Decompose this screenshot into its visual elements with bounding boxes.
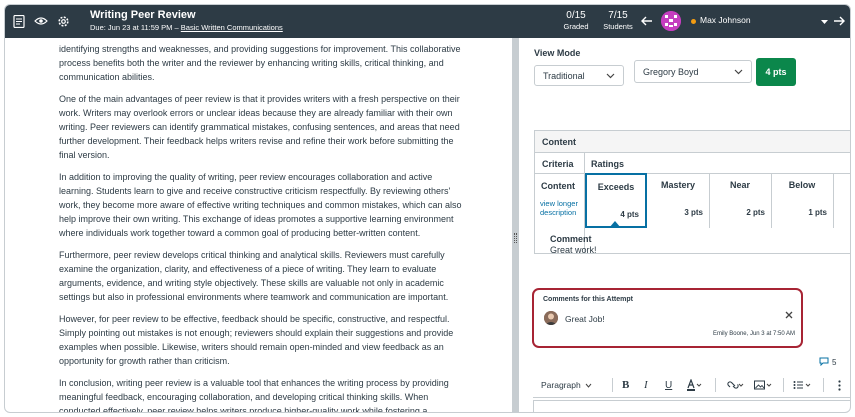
student-avatar[interactable] [661,11,681,31]
text-color-icon[interactable] [686,378,702,392]
rating-name: Below [788,180,816,190]
students-count: 7/15 [608,10,628,21]
comment-count[interactable]: 5 [819,357,836,368]
rating-name: Mastery [660,180,696,190]
editor-toolbar: Paragraph B I U [533,372,850,398]
comment-text: Great Job! [565,314,605,324]
arrow-right-icon[interactable] [831,13,847,29]
gear-icon[interactable] [55,13,71,29]
doc-paragraph: One of the main advantages of peer revie… [59,94,460,160]
rating-exceeds[interactable]: Exceeds 4 pts [585,173,647,228]
comment-count-value: 5 [832,358,837,367]
chevron-down-icon [585,383,592,388]
format-label: Paragraph [541,380,581,390]
score-button[interactable]: 4 pts [756,58,796,86]
link-icon[interactable] [726,378,744,392]
attempt-comments-title: Comments for this Attempt [543,296,633,303]
top-bar: Writing Peer Review Due: Jun 23 at 11:59… [5,5,850,38]
comment-meta: Emily Boone, Jun 3 at 7:50 AM [712,331,795,337]
doc-paragraph: In conclusion, writing peer review is a … [59,378,449,413]
more-options-icon[interactable] [838,378,841,392]
document-icon[interactable] [11,13,27,29]
grader-select[interactable]: Gregory Boyd [634,60,752,83]
toolbar-divider [715,378,716,392]
ratings-header: Ratings [591,159,625,169]
chevron-down-icon [606,71,615,82]
view-description-link[interactable]: view longer description [540,199,584,217]
due-date: Due: Jun 23 at 11:59 PM [90,23,173,32]
submission-document: identifying strengths and weaknesses, an… [5,38,512,413]
graded-count: 0/15 [566,10,586,21]
graded-label: Graded [563,22,589,31]
toolbar-divider [823,378,824,392]
chevron-down-icon [734,67,743,78]
rating-below[interactable]: Below 1 pts [771,173,833,228]
students-stat: 7/15 Students [601,10,635,31]
rating-points: 3 pts [684,208,703,217]
assignment-due: Due: Jun 23 at 11:59 PM – Basic Written … [90,23,283,32]
doc-paragraph: In addition to improving the quality of … [59,172,462,238]
rating-name: Near [729,180,750,190]
italic-icon[interactable]: I [644,378,648,392]
rubric-table: Content Criteria Ratings Content view lo… [534,130,850,254]
graded-stat: 0/15 Graded [561,10,591,31]
doc-paragraph: identifying strengths and weaknesses, an… [59,44,461,82]
bullet-list-icon[interactable] [793,378,811,392]
speech-bubble-icon [819,357,829,368]
grading-panel: View Mode Traditional Gregory Boyd 4 pts… [519,38,850,412]
students-label: Students [603,22,633,31]
arrow-left-icon[interactable] [638,13,654,29]
status-dot [691,19,696,24]
view-mode-label: View Mode [534,48,581,58]
rating-points: 4 pts [620,210,639,219]
view-mode-select[interactable]: Traditional [534,65,624,86]
separator: – [174,23,179,32]
rubric-comment-value: Great work! [550,245,597,254]
image-icon[interactable] [754,378,772,392]
criterion-name: Content [541,181,575,191]
rating-near[interactable]: Near 2 pts [709,173,771,228]
student-name[interactable]: Max Johnson [700,15,751,25]
underline-icon[interactable]: U [665,378,672,392]
close-icon[interactable] [785,311,793,322]
comment-editor: Paragraph B I U [533,372,850,412]
rubric-title: Content [535,131,850,153]
drag-grip-icon [514,233,517,243]
commenter-avatar [544,311,558,325]
attempt-comments-box: Comments for this Attempt Great Job! Emi… [532,288,803,348]
comment-input-area[interactable] [533,400,850,412]
rating-mastery[interactable]: Mastery 3 pts [647,173,709,228]
bold-icon[interactable]: B [622,378,629,392]
assignment-title: Writing Peer Review [90,9,196,21]
rubric-comment-label: Comment [550,234,592,244]
toolbar-divider [612,378,613,392]
rating-points: 2 pts [746,208,765,217]
eye-icon[interactable] [33,13,49,29]
panel-resize-handle[interactable] [512,38,519,412]
rating-divider [833,173,834,228]
rating-name: Exceeds [597,182,635,192]
selected-indicator [609,221,621,228]
paragraph-format-select[interactable]: Paragraph [541,378,592,392]
toolbar-divider [783,378,784,392]
view-mode-value: Traditional [543,71,585,81]
caret-down-icon[interactable] [816,14,832,30]
criteria-header: Criteria [542,159,574,169]
speedgrader-window: Writing Peer Review Due: Jun 23 at 11:59… [4,4,851,413]
course-link[interactable]: Basic Written Communications [181,23,283,32]
rating-points: 1 pts [808,208,827,217]
doc-paragraph: Furthermore, peer review develops critic… [59,250,449,302]
doc-paragraph: However, for peer review to be effective… [59,314,454,366]
grader-value: Gregory Boyd [643,67,699,77]
